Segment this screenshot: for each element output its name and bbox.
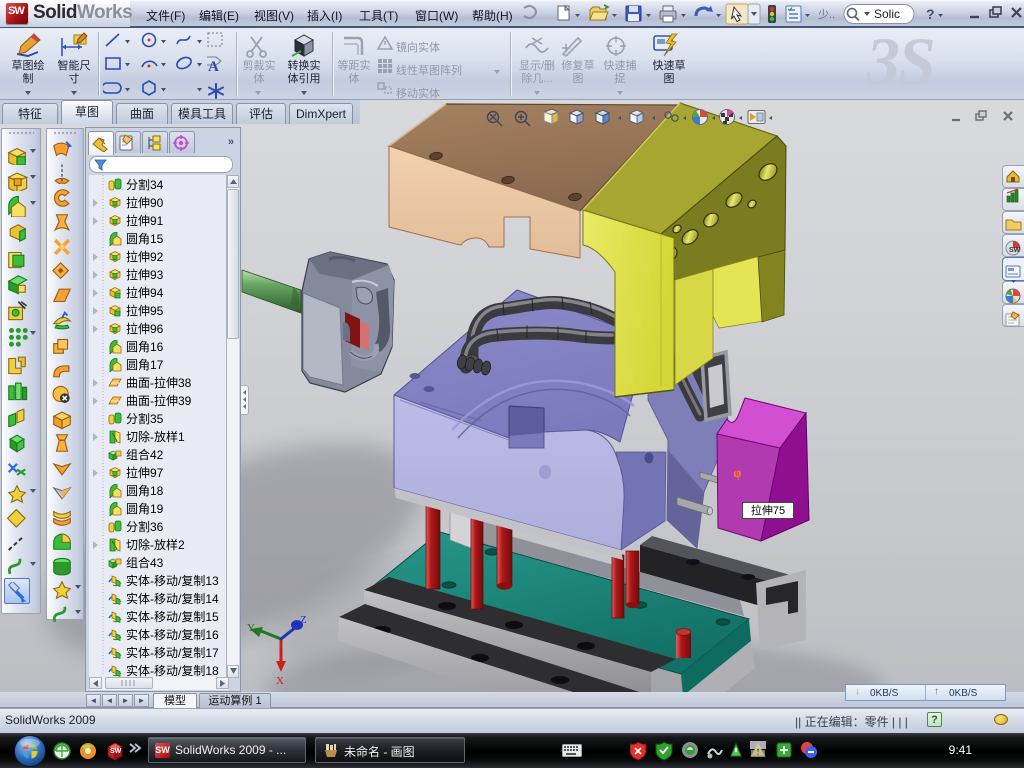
svg-text:X: X	[276, 675, 284, 687]
svg-text:?: ?	[926, 6, 935, 22]
svg-text:A: A	[208, 59, 219, 75]
svg-text:Y: Y	[247, 622, 255, 634]
svg-text:SW: SW	[1009, 247, 1021, 254]
svg-text:少..: 少..	[818, 8, 835, 21]
svg-text:Solic: Solic	[874, 7, 900, 21]
svg-text:Z: Z	[300, 614, 307, 626]
svg-text:SW: SW	[110, 748, 122, 755]
